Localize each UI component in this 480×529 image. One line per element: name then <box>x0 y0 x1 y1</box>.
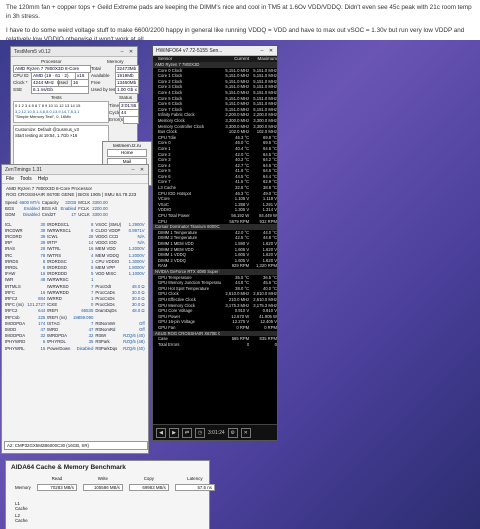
minimize-icon[interactable]: – <box>119 49 125 55</box>
timing-label: tRDRDSCL <box>47 221 70 227</box>
sensor-current: 0 <box>246 341 250 347</box>
close-icon[interactable]: ✕ <box>268 48 274 54</box>
used-by-test-field: 1.00 Gb x 16 <box>115 86 139 94</box>
timing-value: 19859.090 <box>73 314 94 320</box>
hwinfo-window: HWiNFO64 v7.72-5155 Sen... – ✕ Sensor Cur… <box>152 45 278 441</box>
minimize-icon[interactable]: – <box>130 167 136 173</box>
zentimings-titlebar: ZenTimings 1.31 – ✕ <box>2 165 148 175</box>
aida-results-table: Read Write Copy Latency Memory 70283 MB/… <box>12 474 218 524</box>
aida-benchmark-window: AIDA64 Cache & Memory Benchmark Read Wri… <box>5 460 215 529</box>
window-title: HWiNFO64 v7.72-5155 Sen... <box>156 47 223 54</box>
elapsed-time: 3:01:24 <box>208 429 225 436</box>
hwinfo-toolbar: ◀ ▶ ⇄ ◷ 3:01:24 ⚙ ✕ <box>153 424 277 440</box>
close-icon[interactable]: ✕ <box>128 49 134 55</box>
timing-label: MEM VDDQ <box>95 252 119 258</box>
testmem-titlebar: TestMem5 v0.12 – ✕ <box>11 47 137 57</box>
memory-label: Memory <box>107 59 124 64</box>
processor-label: Processor <box>41 59 62 64</box>
total-label: Total <box>91 66 101 71</box>
timing-value: 3300.00 <box>92 212 108 218</box>
tests-sequence: 0 1 2 3 4 5 6 7 8 9 10 11 12 13 14 15 <box>15 103 81 108</box>
system-info: AMD Ryzen 7 7800X3D 8-Core Processor ROG… <box>2 184 148 200</box>
timing-row: tPHYWRL 15 PowerDown Disabled RttParkDqs RZQ/… <box>4 346 146 352</box>
column-write: Write <box>97 476 108 481</box>
aida-title: AIDA64 Cache & Memory Benchmark <box>11 464 126 471</box>
available-label: Available <box>91 73 110 78</box>
timings-summary-table: Speed 6600 MT/s Capacity 32GB MCLK 3300.00 BGS… <box>4 200 109 219</box>
dimm-select[interactable]: A2: CMP32GX5M2B6000C30 (16GB, SR) <box>4 441 148 450</box>
memory-write-value: 105586 MB/s <box>82 484 123 491</box>
used-label: Used <box>57 80 68 85</box>
used-by-test-label: Used by test <box>91 87 117 92</box>
window-title: ZenTimings 1.31 <box>5 166 43 173</box>
memory-latency-value: 57.5 ns <box>174 484 215 491</box>
tests-box: 0 1 2 3 4 5 6 7 8 9 10 11 12 13 14 15 3,… <box>13 101 109 123</box>
menu-tools[interactable]: Tools <box>20 176 32 182</box>
sensor-name: Total Errors <box>158 341 180 347</box>
settings-icon[interactable]: ⚙ <box>227 427 238 438</box>
sensor-row[interactable]: Total Errors 0 0 <box>153 342 277 348</box>
timing-label: tWRWRSD <box>47 283 69 289</box>
timing-label: RttParkDqs <box>95 345 118 351</box>
timing-label: PowerDown <box>47 345 71 351</box>
timing-value: Disabled <box>76 345 94 351</box>
timings-table: tCL 30 tRDRDSCL 8 VSOC (SMU) 1.2900V tRCDWR 39 t… <box>4 222 146 352</box>
menu-file[interactable]: File <box>6 176 14 182</box>
timing-label: tPHYWRD <box>5 339 26 345</box>
tests-label: Tests <box>51 95 62 100</box>
errors-field <box>123 116 139 124</box>
menu-help[interactable]: Help <box>38 176 48 182</box>
menu-bar: File Tools Help <box>2 175 148 184</box>
network-icon[interactable]: ⇄ <box>182 427 192 438</box>
timing-label: tWRWRSC <box>47 277 69 283</box>
timing-value: 15 <box>40 345 46 351</box>
timing-value: RZQ/5 (48) <box>123 339 145 345</box>
back-icon[interactable]: ◀ <box>156 427 166 438</box>
column-copy: Copy <box>143 476 154 481</box>
free-label: Free <box>91 80 101 85</box>
close-icon[interactable]: ✕ <box>139 167 145 173</box>
memory-row-label: Memory <box>15 485 31 490</box>
timing-label: VSOC (SMU) <box>95 221 122 227</box>
sensor-list: AMD Ryzen 7 7800X3D Core 0 Clock 5,151.0 M… <box>153 62 277 347</box>
sse-label: SSE <box>13 87 23 92</box>
timing-label: tPHYWRL <box>5 345 25 351</box>
clock-icon[interactable]: ◷ <box>195 427 205 438</box>
clock-label: Clock * <box>13 80 28 85</box>
l1-row-label: L1 Cache <box>15 501 28 511</box>
timing-label: UCLK <box>78 212 90 218</box>
l2-row-label: L2 Cache <box>15 513 28 523</box>
column-read: Read <box>51 476 63 481</box>
launcher-title: testmem.tz.ru <box>113 143 141 148</box>
hwinfo-titlebar: HWiNFO64 v7.72-5155 Sen... – ✕ <box>153 46 277 56</box>
memory-read-value: 70283 MB/s <box>36 484 77 491</box>
log-line: Start testing at 19:54, 1.7Gb ×16 <box>15 133 78 138</box>
column-latency: Latency <box>187 476 203 481</box>
home-button[interactable]: Home <box>107 149 147 157</box>
sensor-maximum: 0 <box>274 341 277 347</box>
sse-field: 6.1 ns/Gb <box>31 86 89 94</box>
minimize-icon[interactable]: – <box>259 48 265 54</box>
board-info: ROG CROSSHAIR X670E GENE | BIOS 1905 | S… <box>6 192 137 197</box>
current-test: "Simple Memory Test", 0, 16Mb <box>15 114 71 119</box>
zentimings-window: ZenTimings 1.31 – ✕ File Tools Help AMD R… <box>1 164 149 454</box>
time-label: Time <box>109 103 120 108</box>
log-line: Customize: Default @1usmus_v3 <box>15 127 79 132</box>
status-label: Status <box>119 95 133 100</box>
timing-value: RZQ/6 (40) <box>123 345 145 351</box>
forward-icon[interactable]: ▶ <box>169 427 179 438</box>
post-paragraph: The 120mm fan + copper tops + Geild Extr… <box>6 4 472 20</box>
screenshot: TestMem5 v0.12 – ✕ Processor AMD Ryzen 7 … <box>0 40 480 529</box>
window-title: TestMem5 v0.12 <box>14 48 51 55</box>
close-icon[interactable]: ✕ <box>240 427 251 438</box>
log-box: Customize: Default @1usmus_v3 Start test… <box>13 125 109 165</box>
cpuid-label: CPU ID <box>13 73 29 78</box>
memory-copy-value: 69983 MB/s <box>128 484 169 491</box>
